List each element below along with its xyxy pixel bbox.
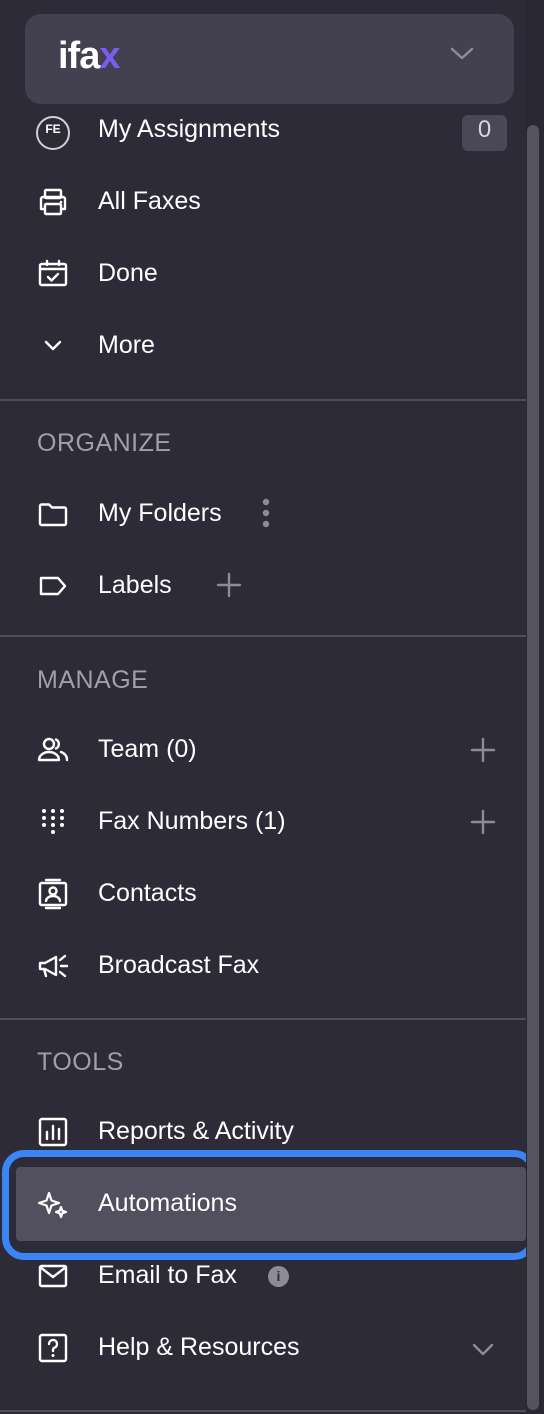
nav-label: My Folders [98, 499, 222, 527]
add-team-member-plus-icon[interactable] [470, 737, 496, 763]
ifax-logo: ifax [58, 35, 121, 77]
chevron-down-icon [36, 329, 70, 363]
nav-item-done[interactable]: Done [0, 246, 526, 302]
folder-icon [36, 497, 70, 531]
label-tag-icon [36, 569, 70, 603]
divider [0, 1410, 526, 1412]
section-title-tools: TOOLS [37, 1048, 124, 1076]
calendar-check-icon [36, 257, 70, 291]
nav-label: Fax Numbers (1) [98, 807, 286, 835]
section-title-manage: MANAGE [37, 666, 149, 694]
chevron-down-icon[interactable] [448, 44, 476, 62]
nav-item-my-assignments[interactable]: FE My Assignments [0, 104, 526, 160]
avatar: FE [36, 116, 70, 150]
dialpad-icon [36, 805, 70, 839]
nav-item-email-to-fax[interactable]: Email to Fax [0, 1248, 526, 1304]
nav-label: Done [98, 259, 158, 287]
add-fax-number-plus-icon[interactable] [470, 809, 496, 835]
add-label-plus-icon[interactable] [216, 572, 242, 598]
contact-card-icon [36, 877, 70, 911]
megaphone-icon [36, 949, 70, 983]
sidebar: FE My Assignments 0 ifax All Faxes Done … [0, 0, 536, 1414]
nav-item-more[interactable]: More [0, 318, 526, 374]
printer-icon [36, 185, 70, 219]
envelope-icon [36, 1259, 70, 1293]
divider [0, 399, 526, 401]
nav-item-fax-numbers[interactable]: Fax Numbers (1) [0, 794, 526, 850]
chevron-down-icon[interactable] [470, 1336, 496, 1362]
section-title-organize: ORGANIZE [37, 429, 172, 457]
nav-label: More [98, 331, 155, 359]
nav-label: Broadcast Fax [98, 951, 260, 979]
nav-item-contacts[interactable]: Contacts [0, 866, 526, 922]
nav-item-help-resources[interactable]: Help & Resources [0, 1320, 526, 1376]
nav-label: Labels [98, 571, 172, 599]
nav-label: All Faxes [98, 187, 201, 215]
nav-item-team[interactable]: Team (0) [0, 722, 526, 778]
nav-label: Help & Resources [98, 1333, 300, 1361]
divider [0, 1018, 526, 1020]
help-square-icon [36, 1331, 70, 1365]
info-icon[interactable]: i [268, 1266, 289, 1287]
nav-item-labels[interactable]: Labels [0, 558, 526, 614]
nav-label: Reports & Activity [98, 1117, 294, 1145]
team-icon [36, 733, 70, 767]
report-chart-icon [36, 1115, 70, 1149]
nav-label: My Assignments [98, 115, 281, 143]
assignments-count-badge: 0 [462, 115, 507, 151]
nav-label: Email to Fax [98, 1261, 237, 1289]
nav-item-all-faxes[interactable]: All Faxes [0, 174, 526, 230]
nav-label: Contacts [98, 879, 197, 907]
scrollbar-thumb[interactable] [527, 125, 539, 1410]
nav-item-broadcast-fax[interactable]: Broadcast Fax [0, 938, 526, 994]
divider [0, 635, 526, 637]
nav-label: Team (0) [98, 735, 197, 763]
account-switcher[interactable]: ifax [25, 14, 514, 104]
folder-options-kebab-icon[interactable] [261, 498, 271, 528]
focus-highlight-outline [2, 1150, 536, 1260]
